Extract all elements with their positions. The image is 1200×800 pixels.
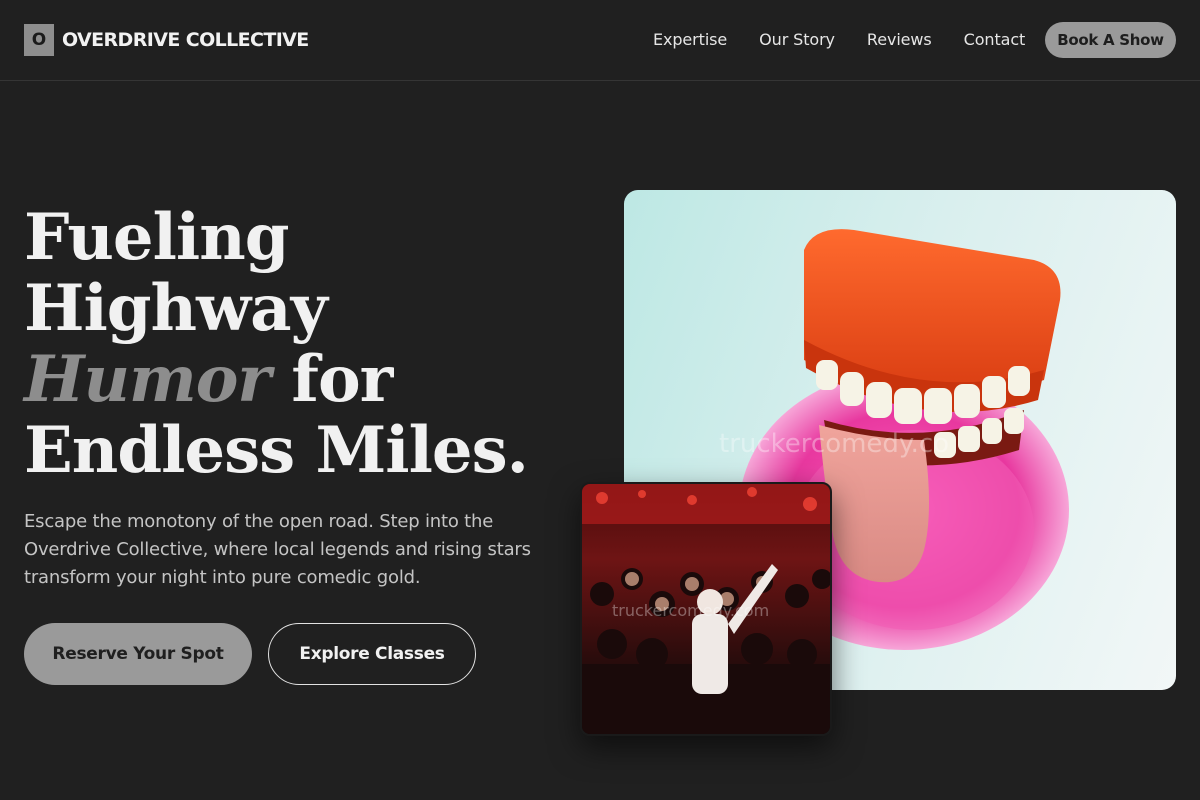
hero-title-line3-rest: for [270, 342, 393, 417]
hero-title-line2: Highway [24, 271, 328, 346]
book-a-show-button[interactable]: Book A Show [1045, 22, 1176, 58]
hero-title-line1: Fueling [24, 200, 289, 275]
hero-title-accent: Humor [24, 342, 271, 417]
nav-link-our-story[interactable]: Our Story [759, 29, 835, 51]
main-watermark: truckercomedy.co [719, 429, 949, 459]
top-nav: O OVERDRIVE COLLECTIVE Expertise Our Sto… [0, 0, 1200, 81]
hero-subtitle: Escape the monotony of the open road. St… [24, 511, 531, 588]
nav-links: Expertise Our Story Reviews Contact [653, 29, 1057, 51]
hero-title-line4: Endless Miles. [24, 413, 529, 488]
reserve-your-spot-button[interactable]: Reserve Your Spot [24, 623, 252, 685]
crowd-illustration: truckercomedy.com [582, 484, 830, 734]
brand-logo[interactable]: O OVERDRIVE COLLECTIVE [24, 24, 309, 56]
logo-mark: O [24, 24, 54, 56]
small-watermark: truckercomedy.com [612, 601, 769, 620]
nav-link-contact[interactable]: Contact [964, 29, 1026, 51]
explore-classes-button[interactable]: Explore Classes [268, 623, 476, 685]
crowd-photo: truckercomedy.com [580, 482, 832, 736]
nav-link-expertise[interactable]: Expertise [653, 29, 727, 51]
nav-link-reviews[interactable]: Reviews [867, 29, 932, 51]
brand-name: OVERDRIVE COLLECTIVE [62, 29, 309, 51]
hero-title: Fueling Highway Humor for Endless Miles. [24, 202, 564, 486]
